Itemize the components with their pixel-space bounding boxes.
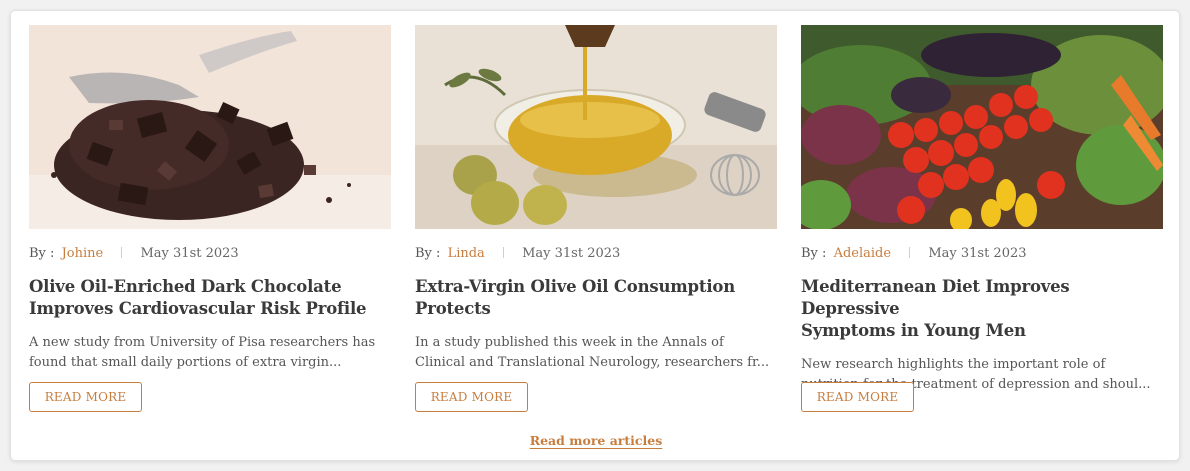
article-meta: By : Adelaide May 31st 2023 [801, 245, 1163, 263]
article-image-olive-oil[interactable] [415, 25, 777, 229]
article-excerpt-line: A new study from University of Pisa rese… [29, 335, 376, 350]
article-title[interactable]: Mediterranean Diet Improves Depressive S… [801, 276, 1163, 342]
article-card: By : Linda May 31st 2023 Extra-Virgin Ol… [415, 25, 777, 412]
article-title-line[interactable]: Olive Oil-Enriched Dark Chocolate [29, 276, 391, 298]
article-date: May 31st 2023 [522, 246, 621, 261]
read-more-articles: Read more articles [11, 433, 1181, 448]
meta-divider [502, 247, 504, 258]
meta-divider [909, 247, 911, 258]
article-meta: By : Johine May 31st 2023 [29, 245, 391, 263]
read-more-button[interactable]: READ MORE [415, 382, 528, 412]
article-meta: By : Linda May 31st 2023 [415, 245, 777, 263]
olive-oil-photo [415, 25, 777, 229]
article-excerpt: In a study published this week in the An… [415, 333, 777, 373]
read-more-articles-link[interactable]: Read more articles [530, 433, 663, 448]
article-excerpt: A new study from University of Pisa rese… [29, 333, 391, 373]
author-link[interactable]: Linda [448, 246, 485, 261]
article-title-line[interactable]: Mediterranean Diet Improves Depressive [801, 276, 1163, 320]
vegetables-photo [801, 25, 1163, 229]
article-card: By : Adelaide May 31st 2023 Mediterranea… [801, 25, 1163, 412]
by-label: By : [801, 246, 827, 261]
article-title[interactable]: Olive Oil-Enriched Dark Chocolate Improv… [29, 276, 391, 320]
article-excerpt-line: In a study published this week in the An… [415, 335, 724, 350]
article-excerpt-line: New research highlights the important ro… [801, 357, 1106, 372]
meta-divider [121, 247, 123, 258]
article-title-line[interactable]: Improves Cardiovascular Risk Profile [29, 298, 391, 320]
article-title-line[interactable]: Extra-Virgin Olive Oil Consumption [415, 276, 777, 298]
article-title-line[interactable]: Symptoms in Young Men [801, 320, 1163, 342]
by-label: By : [29, 246, 55, 261]
article-image-chocolate[interactable] [29, 25, 391, 229]
article-date: May 31st 2023 [928, 246, 1027, 261]
article-excerpt-line: Clinical and Translational Neurology, re… [415, 355, 770, 370]
author-link[interactable]: Johine [62, 246, 104, 261]
dark-chocolate-photo [29, 25, 391, 229]
article-title[interactable]: Extra-Virgin Olive Oil Consumption Prote… [415, 276, 777, 320]
article-title-line[interactable]: Protects [415, 298, 777, 320]
article-image-vegetables[interactable] [801, 25, 1163, 229]
by-label: By : [415, 246, 441, 261]
article-excerpt-line: found that small daily portions of extra… [29, 355, 342, 370]
read-more-button[interactable]: READ MORE [29, 382, 142, 412]
read-more-button[interactable]: READ MORE [801, 382, 914, 412]
author-link[interactable]: Adelaide [834, 246, 891, 261]
article-card: By : Johine May 31st 2023 Olive Oil-Enri… [29, 25, 391, 412]
articles-panel: By : Johine May 31st 2023 Olive Oil-Enri… [10, 10, 1180, 461]
article-date: May 31st 2023 [140, 246, 239, 261]
